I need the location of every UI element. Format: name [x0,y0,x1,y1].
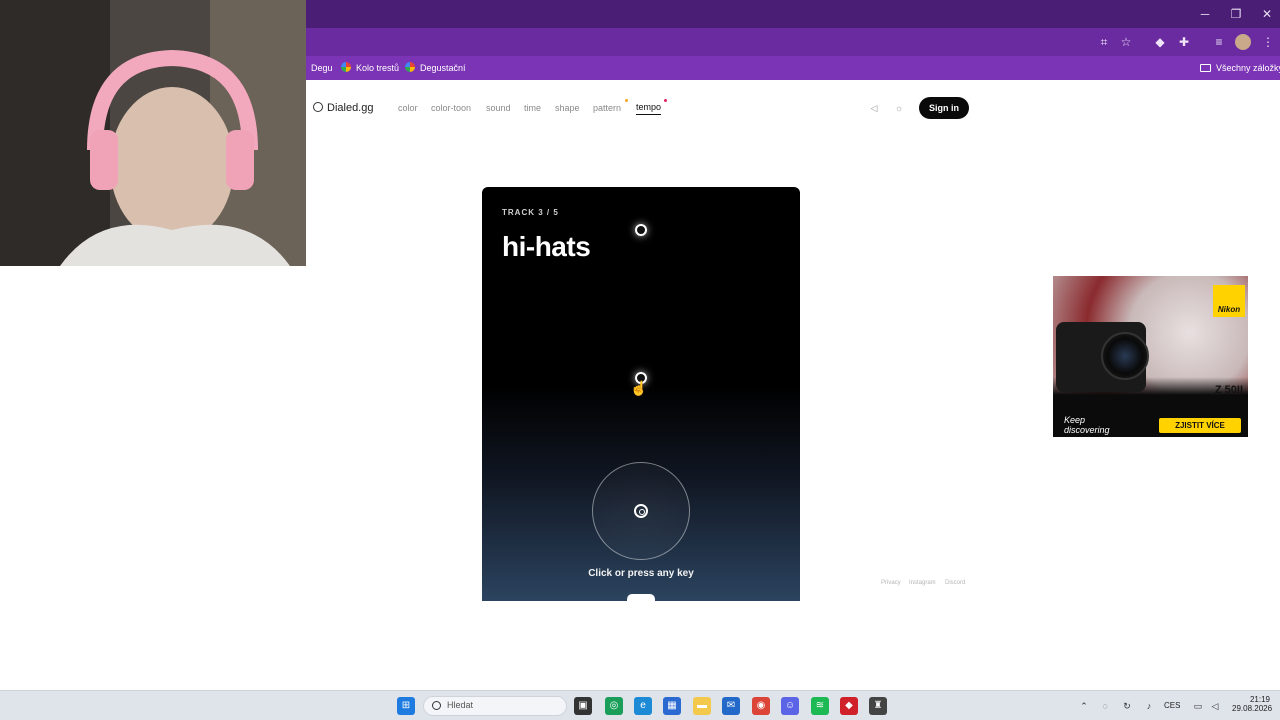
theme-sun-icon[interactable]: ☼ [894,103,904,113]
maximize-button[interactable]: ❐ [1221,4,1251,24]
ad-tagline-line2: discovering [1064,425,1110,435]
tray-sync-icon[interactable]: ↻ [1121,700,1133,712]
all-bookmarks-label: Všechny záložky [1216,63,1280,73]
site-logo-text: Dialed.gg [327,102,374,114]
task-view-icon[interactable]: ▣ [574,697,592,715]
ad-model-name: Z 50II [1214,384,1243,396]
new-indicator-dot [625,99,628,102]
bookmark-label: Degu [311,63,333,73]
nav-pattern[interactable]: pattern [593,100,621,116]
nav-sound[interactable]: sound [486,100,511,116]
folder-icon [1200,64,1211,72]
bookmark-label: Kolo trestů [356,63,400,73]
footer-privacy-link[interactable]: Privacy [881,580,901,586]
dial-icon [634,504,648,518]
footer-discord-link[interactable]: Discord [945,580,965,586]
menu-kebab-icon[interactable]: ⋮ [1260,34,1276,50]
browser-toolbar: ⌗ ☆ ◆ ✚ ≡ ⋮ [306,28,1280,56]
advertisement[interactable]: Nikon Z 50II Keep discovering ZJISTIT VÍ… [1053,276,1248,437]
browser-titlebar: ─ ❐ ✕ [306,0,1280,28]
drawer-handle[interactable] [627,594,655,601]
extension-icon[interactable]: ◆ [1152,34,1168,50]
nav-shape[interactable]: shape [555,100,580,116]
track-counter: TRACK 3 / 5 [502,208,559,217]
camera-lens-image [1101,332,1149,380]
beat-orb [635,224,647,236]
bookmark-star-icon[interactable]: ☆ [1118,34,1134,50]
windows-taskbar: ⊞ Hledat ▣ ◎ e ▦ ▬ ✉ ◉ ☺ ≋ ◆ ♜ ⌃ ◌ ↻ ♪ C… [0,690,1280,720]
sign-in-button[interactable]: Sign in [919,97,969,119]
tap-hint: Click or press any key [588,568,694,579]
taskbar-search[interactable]: Hledat [423,696,567,716]
nav-color[interactable]: color [398,100,418,116]
bookmark-kolo-trestu[interactable]: Kolo trestů [341,60,399,76]
webcam-feed [0,0,306,266]
tray-volume-icon[interactable]: ◁ [1209,700,1221,712]
start-windows-icon[interactable]: ⊞ [397,697,415,715]
chrome-icon[interactable]: ◉ [752,697,770,715]
tray-chevron-up-icon[interactable]: ⌃ [1078,700,1090,712]
track-title: hi-hats [502,231,591,262]
ad-cta-button[interactable]: ZJISTIT VÍCE [1159,418,1241,433]
tray-language[interactable]: CES [1164,701,1180,710]
nav-color-toon[interactable]: color-toon [431,100,471,116]
new-indicator-dot [664,99,667,102]
app-icon[interactable]: ◎ [605,697,623,715]
app-red-icon[interactable]: ◆ [840,697,858,715]
hand-cursor-icon: ☝ [630,380,648,396]
ad-tagline-line1: Keep [1064,415,1086,425]
dial-logo-icon [313,102,323,112]
profile-avatar[interactable] [1235,34,1251,50]
all-bookmarks-button[interactable]: Všechny záložky [1200,60,1280,76]
extensions-puzzle-icon[interactable]: ✚ [1176,34,1192,50]
site-logo[interactable]: Dialed.gg [313,100,373,116]
tray-mic-icon[interactable]: ♪ [1143,700,1155,712]
store-icon[interactable]: ▦ [663,697,681,715]
edge-browser-icon[interactable]: e [634,697,652,715]
spotify-icon[interactable]: ≋ [811,697,829,715]
tray-date: 29.08.2026 [1232,704,1273,713]
discord-icon[interactable]: ☺ [781,697,799,715]
google-drive-icon [405,62,415,72]
bookmark-degu[interactable]: Degu [311,60,333,76]
footer-instagram-link[interactable]: Instagram [909,580,936,586]
reading-list-icon[interactable]: ≡ [1211,34,1227,50]
ad-tagline: Keep discovering [1064,415,1110,435]
translate-icon[interactable]: ⌗ [1096,34,1112,50]
bookmark-degustacni[interactable]: Degustační [405,60,466,76]
close-button[interactable]: ✕ [1252,4,1280,24]
outlook-icon[interactable]: ✉ [722,697,740,715]
bookmarks-bar: Degu Kolo trestů Degustační Všechny zálo… [306,56,1280,80]
tap-button[interactable] [592,462,690,560]
file-explorer-icon[interactable]: ▬ [693,697,711,715]
search-icon [432,701,441,710]
tray-app-icon[interactable]: ◌ [1099,700,1111,712]
google-drive-icon [341,62,351,72]
tray-clock[interactable]: 21:19 29.08.2026 [1232,695,1273,713]
search-placeholder: Hledat [447,700,474,710]
tray-display-icon[interactable]: ▭ [1192,700,1204,712]
nav-time[interactable]: time [524,100,541,116]
webcam-overlay [0,0,306,266]
app-dark-icon[interactable]: ♜ [869,697,887,715]
tray-time: 21:19 [1249,695,1270,704]
minimize-button[interactable]: ─ [1190,4,1220,24]
nav-tempo[interactable]: tempo [636,100,662,115]
bookmark-label: Degustační [420,63,466,73]
ad-brand-logo: Nikon [1213,285,1245,317]
volume-icon[interactable]: ◁ [869,103,879,113]
game-card[interactable]: TRACK 3 / 5 hi-hats ☝ Click or press any… [482,187,800,601]
